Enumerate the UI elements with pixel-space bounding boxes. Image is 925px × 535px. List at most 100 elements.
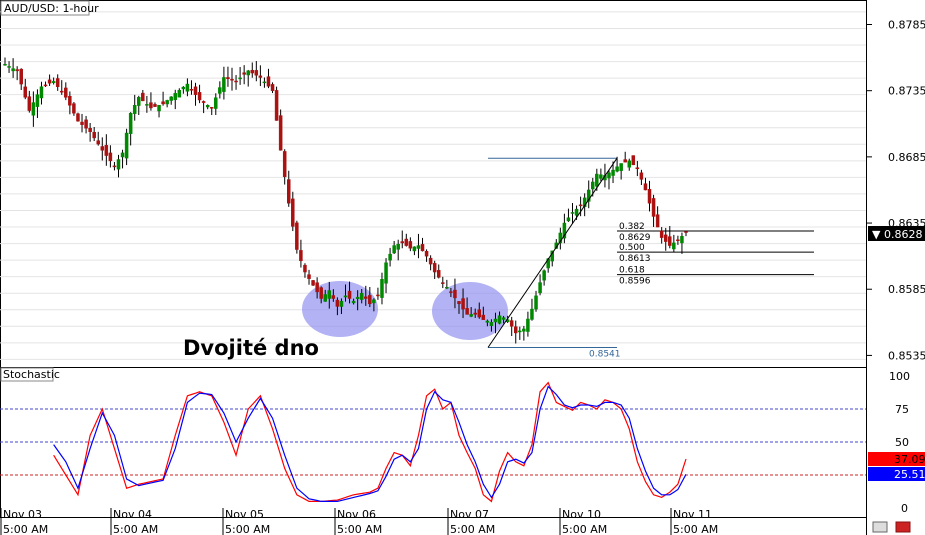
candle-body	[400, 241, 404, 244]
candle-body	[23, 86, 28, 98]
candle-body	[132, 104, 137, 114]
candle-body	[149, 102, 153, 109]
time-date-label: Nov 04	[113, 508, 152, 521]
price-tick-label: 0.8685	[888, 151, 925, 164]
candle-body	[201, 101, 206, 103]
candle-body	[453, 289, 457, 299]
candle-body	[364, 296, 368, 299]
candle-body	[116, 159, 121, 170]
candle-body	[359, 292, 364, 300]
candle-body	[477, 309, 482, 318]
candle-body	[404, 238, 409, 246]
candle-body	[254, 70, 259, 76]
candle-body	[68, 95, 72, 106]
candle-body	[222, 77, 226, 92]
time-date-label: Nov 07	[450, 508, 489, 521]
candle-body	[157, 104, 161, 112]
fib-swing-low-label: 0.8541	[589, 349, 621, 359]
time-hour-label: 5:00 AM	[225, 523, 270, 535]
candle-body	[189, 89, 194, 91]
time-hour-label: 5:00 AM	[673, 523, 718, 535]
candle-body	[465, 308, 469, 315]
candle-body	[461, 298, 465, 310]
candle-body	[96, 140, 100, 145]
fib-ratio-label: 0.500	[619, 243, 645, 253]
candle-body	[343, 295, 348, 298]
candle-body	[489, 322, 494, 326]
stochastic-k-value: 37.09	[894, 453, 925, 466]
candle-body	[60, 90, 64, 93]
candle-body	[197, 92, 202, 101]
candle-body	[376, 294, 380, 297]
candle-body	[501, 317, 506, 320]
candle-body	[570, 212, 575, 214]
candle-body	[193, 86, 198, 95]
candle-body	[493, 318, 498, 323]
candle-body	[441, 282, 445, 284]
time-date-label: Nov 11	[673, 508, 712, 521]
candle-body	[351, 300, 356, 304]
candle-body	[39, 86, 44, 99]
candle-body	[380, 279, 384, 298]
time-date-label: Nov 05	[225, 508, 264, 521]
candle-body	[19, 68, 23, 85]
candle-body	[655, 214, 660, 228]
candle-body	[424, 250, 429, 257]
candle-body	[165, 100, 169, 105]
candle-body	[287, 179, 291, 204]
stochastic-title: Stochastic	[3, 368, 60, 381]
stochastic-tick-label: 0	[901, 502, 908, 515]
candle-body	[388, 253, 392, 261]
candle-body	[92, 131, 96, 139]
candle-body	[538, 282, 542, 294]
price-tick-label: 0.8735	[888, 85, 925, 98]
stochastic-axis-ticks: 1007550250	[889, 370, 910, 515]
candle-body	[509, 320, 514, 327]
candle-body	[7, 66, 11, 68]
candle-body	[457, 301, 461, 305]
candle-body	[599, 174, 603, 179]
price-tick-label: 0.8785	[888, 19, 925, 32]
candle-body	[643, 183, 648, 191]
candle-body	[266, 76, 271, 87]
candle-body	[238, 77, 242, 80]
time-hour-label: 5:00 AM	[450, 523, 495, 535]
restore-button[interactable]	[872, 521, 888, 533]
candle-body	[534, 295, 538, 310]
double-bottom-right-ellipse	[432, 282, 508, 340]
fibonacci-retracement: 0.8541 0.3820.86290.5000.8613 0.6180.8596	[488, 157, 814, 359]
candle-body	[55, 78, 60, 87]
time-date-label: Nov 10	[562, 508, 601, 521]
candle-body	[323, 294, 327, 302]
candle-body	[449, 291, 453, 293]
candle-body	[214, 97, 218, 109]
close-panel-button[interactable]	[895, 521, 911, 533]
candle-body	[526, 318, 530, 332]
candle-body	[368, 295, 372, 305]
candle-body	[246, 70, 250, 76]
candle-body	[35, 94, 40, 107]
candle-body	[485, 320, 490, 323]
candle-body	[226, 77, 230, 80]
candle-body	[112, 165, 117, 168]
time-date-label: Nov 06	[337, 508, 376, 521]
candle-body	[445, 286, 449, 289]
candle-body	[635, 167, 640, 170]
price-tick-label: 0.8585	[888, 283, 925, 296]
candle-body	[88, 127, 92, 132]
candle-body	[169, 96, 173, 101]
time-hour-label: 5:00 AM	[337, 523, 382, 535]
panel-controls[interactable]	[872, 521, 911, 533]
double-bottom-annotation: Dvojité dno	[183, 336, 319, 360]
candle-body	[412, 246, 417, 252]
candle-body	[51, 81, 56, 83]
candle-body	[303, 264, 307, 273]
candle-body	[295, 222, 299, 250]
candle-body	[27, 96, 32, 111]
candle-body	[623, 159, 627, 163]
fib-trend-line	[487, 157, 618, 348]
candle-body	[676, 239, 680, 242]
candle-body	[469, 314, 473, 317]
candle-body	[647, 189, 652, 204]
stochastic-tick-label: 50	[895, 436, 909, 449]
